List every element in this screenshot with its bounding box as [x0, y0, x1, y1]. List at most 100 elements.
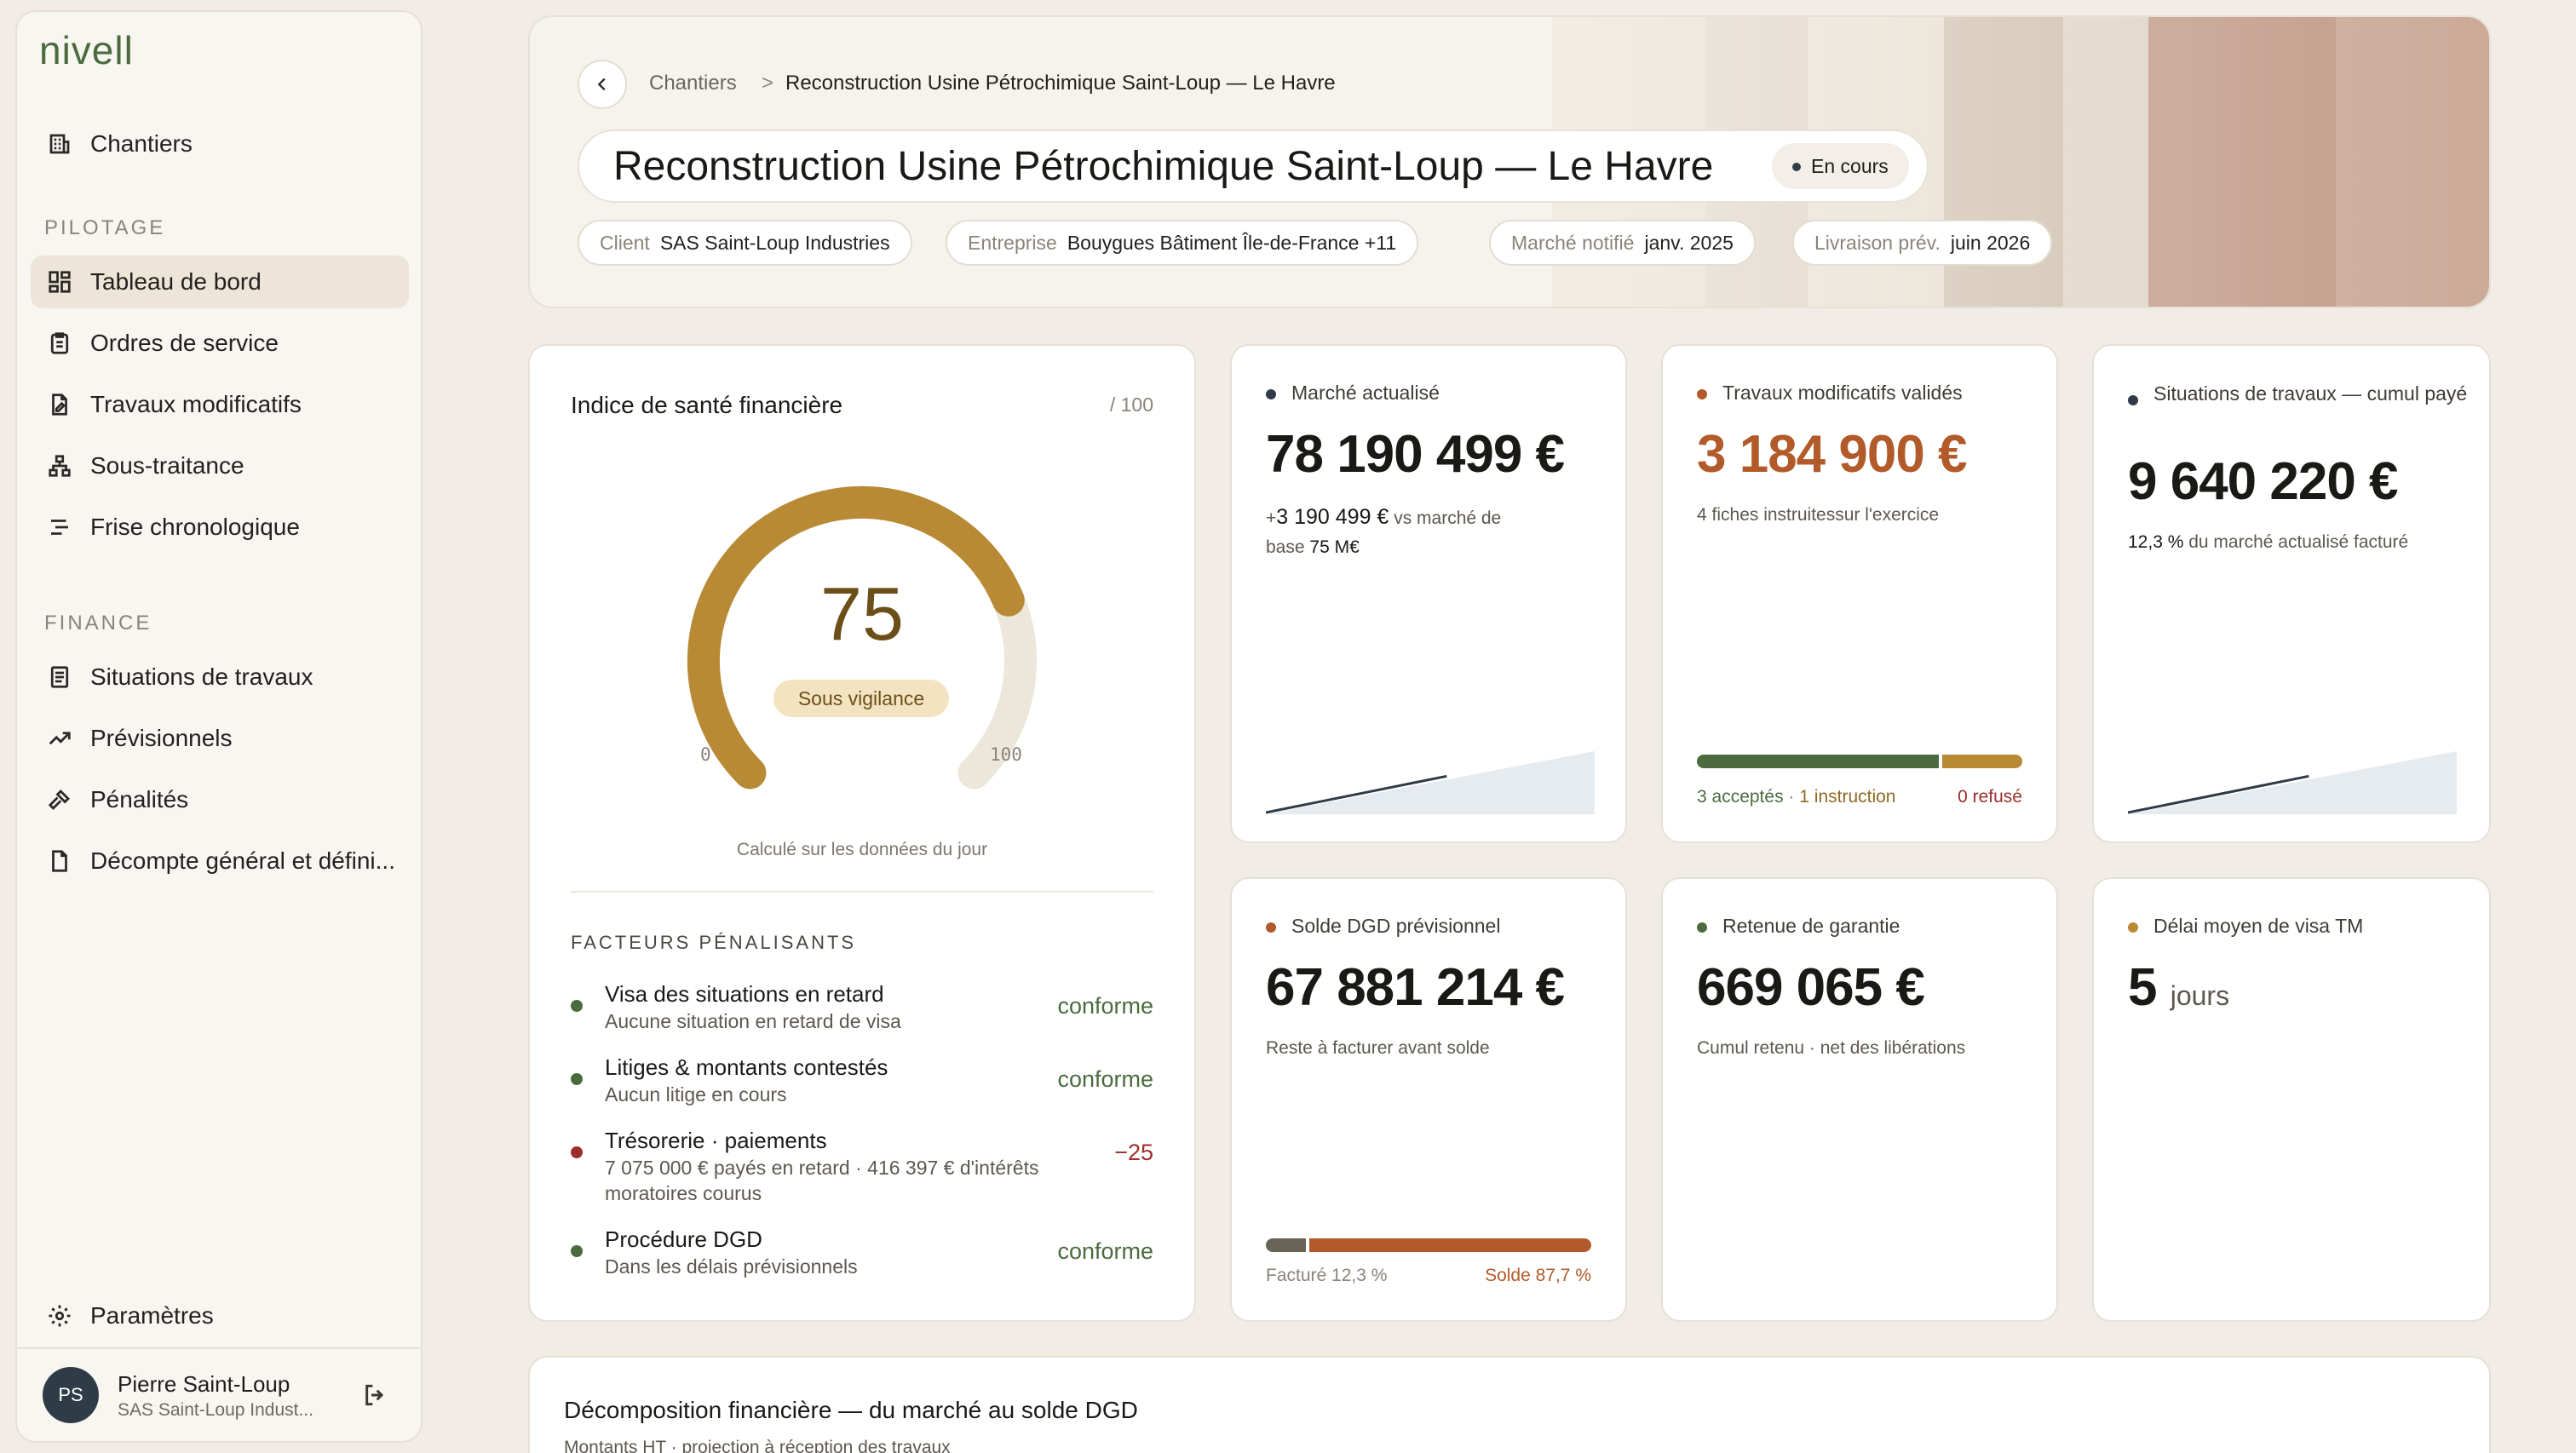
sidebar-item-situations-de-travaux[interactable]: Situations de travaux	[31, 651, 409, 704]
meta-key: Livraison prév.	[1814, 231, 1941, 254]
kpi-pct: 12,3 %	[2128, 532, 2184, 552]
sidebar-item-label: Sous-traitance	[90, 452, 244, 479]
meta-value: SAS Saint-Loup Industries	[659, 231, 890, 254]
gauge-max-label: 100	[990, 744, 1022, 765]
factor-item: Visa des situations en retard Aucune sit…	[571, 981, 1153, 1041]
file-edit-icon	[46, 391, 73, 418]
trend-icon	[46, 725, 73, 752]
meta-key: Marché notifié	[1511, 231, 1635, 254]
chevron-left-icon	[597, 78, 606, 91]
kpi-value: 78 190 499 €	[1266, 425, 1565, 484]
kpi-sub: 12,3 % du marché actualisé facturé	[2128, 528, 2408, 557]
decomposition-subtitle: Montants HT · projection à réception des…	[564, 1438, 951, 1453]
timeline-icon	[46, 514, 73, 541]
tm-legend: 3 acceptés · 1 instruction 0 refusé	[1697, 787, 2022, 807]
kpi-sub: +3 190 499 € vs marché de base 75 M€	[1266, 503, 1607, 562]
factor-value: −25	[1114, 1140, 1153, 1165]
accepted-label: 3 acceptés	[1697, 787, 1784, 807]
breadcrumb-current: Reconstruction Usine Pétrochimique Saint…	[785, 72, 1336, 95]
sidebar-item-label: Prévisionnels	[90, 725, 233, 751]
delta-sign: +	[1266, 508, 1277, 528]
sidebar-item-travaux-modificatifs[interactable]: Travaux modificatifs	[31, 378, 409, 431]
status-dot	[571, 1000, 583, 1012]
sidebar-item-parametres[interactable]: Paramètres	[31, 1289, 409, 1342]
user-profile[interactable]: PS Pierre Saint-Loup SAS Saint-Loup Indu…	[17, 1347, 421, 1441]
back-button[interactable]	[578, 60, 627, 109]
kpi-sub: Reste à facturer avant solde	[1266, 1038, 1490, 1058]
health-scale: / 100	[1109, 393, 1153, 416]
factor-value: conforme	[1057, 993, 1153, 1019]
kpi-label-text: Délai moyen de visa TM	[2153, 915, 2364, 937]
decomposition-title: Décomposition financière — du marché au …	[564, 1397, 1138, 1423]
instruction-label: 1 instruction	[1799, 787, 1896, 807]
kpi-label-text: Solde DGD prévisionnel	[1291, 915, 1501, 937]
factor-item: Procédure DGD Dans les délais prévisionn…	[571, 1226, 1153, 1286]
factors-heading: FACTEURS PÉNALISANTS	[571, 932, 857, 953]
status-dot	[2128, 922, 2138, 933]
sparkline-chart	[1266, 751, 1595, 814]
sidebar-item-previsionnels[interactable]: Prévisionnels	[31, 712, 409, 765]
progress-billed	[1266, 1238, 1306, 1252]
sidebar-item-ordres-de-service[interactable]: Ordres de service	[31, 317, 409, 370]
base-amount: 75 M€	[1309, 537, 1360, 557]
sparkline-area	[1266, 751, 1595, 814]
kpi-label: Marché actualisé	[1266, 382, 1440, 405]
meta-value: Bouygues Bâtiment Île-de-France +11	[1067, 231, 1397, 254]
dashboard-icon	[46, 268, 73, 296]
file-check-icon	[46, 847, 73, 875]
status-dot	[1697, 922, 1707, 933]
separator: ·	[1788, 787, 1795, 807]
legend-remaining: Solde 87,7 %	[1485, 1266, 1591, 1285]
factor-name: Visa des situations en retard	[605, 981, 884, 1007]
kpi-label-text: Retenue de garantie	[1722, 915, 1900, 937]
user-name: Pierre Saint-Loup	[118, 1371, 290, 1397]
sidebar-item-chantiers[interactable]: Chantiers	[31, 118, 409, 170]
legend-refused: 0 refusé	[1958, 787, 2022, 807]
solde-progress-bar	[1266, 1238, 1591, 1252]
factor-name: Procédure DGD	[605, 1226, 762, 1252]
delta-amount: 3 190 499 €	[1276, 505, 1389, 529]
divider	[571, 891, 1153, 893]
kpi-sub: 4 fiches instruitessur l'exercice	[1697, 505, 1940, 525]
sidebar-item-decompte[interactable]: Décompte général et défini...	[31, 835, 409, 887]
sidebar: nivell Chantiers PILOTAGE Tableau de bor…	[15, 10, 423, 1443]
kpi-card-marche[interactable]: Marché actualisé 78 190 499 € +3 190 499…	[1230, 344, 1627, 843]
kpi-card-travaux[interactable]: Travaux modificatifs validés 3 184 900 €…	[1661, 344, 2058, 843]
status-dot	[571, 1245, 583, 1257]
progress-remaining	[1308, 1238, 1591, 1252]
sidebar-item-frise-chronologique[interactable]: Frise chronologique	[31, 501, 409, 554]
app-logo[interactable]: nivell	[39, 27, 134, 73]
sidebar-item-label: Chantiers	[90, 130, 193, 157]
sidebar-item-tableau-de-bord[interactable]: Tableau de bord	[31, 256, 409, 308]
kpi-label-text: Marché actualisé	[1291, 382, 1440, 404]
kpi-card-situations[interactable]: Situations de travaux — cumul payé 9 640…	[2092, 344, 2491, 843]
solde-legend: Facturé 12,3 % Solde 87,7 %	[1266, 1266, 1591, 1286]
factor-name: Trésorerie · paiements	[605, 1128, 827, 1153]
delta-text-2: base	[1266, 537, 1305, 557]
sidebar-item-label: Tableau de bord	[90, 268, 262, 295]
kpi-card-delai[interactable]: Délai moyen de visa TM 5 jours	[2092, 877, 2491, 1322]
building-icon	[46, 130, 73, 158]
gavel-icon	[46, 786, 73, 813]
meta-value: janv. 2025	[1644, 231, 1734, 254]
kpi-label: Travaux modificatifs validés	[1697, 382, 1963, 405]
sidebar-item-sous-traitance[interactable]: Sous-traitance	[31, 439, 409, 492]
kpi-value: 67 881 214 €	[1266, 958, 1565, 1017]
kpi-value: 3 184 900 €	[1697, 425, 1968, 484]
legend-accepted: 3 acceptés · 1 instruction	[1697, 787, 1896, 807]
breadcrumb-parent[interactable]: Chantiers	[649, 72, 737, 95]
sidebar-item-label: Ordres de service	[90, 330, 279, 356]
kpi-sub-text: du marché actualisé facturé	[2188, 532, 2409, 552]
kpi-card-solde[interactable]: Solde DGD prévisionnel 67 881 214 € Rest…	[1230, 877, 1627, 1322]
kpi-card-retenue[interactable]: Retenue de garantie 669 065 € Cumul rete…	[1661, 877, 2058, 1322]
sparkline-area	[2128, 751, 2457, 814]
gauge-value: 75	[820, 571, 904, 656]
legend-billed: Facturé 12,3 %	[1266, 1266, 1388, 1285]
kpi-sub: Cumul retenu · net des libérations	[1697, 1038, 1966, 1058]
meta-chip-client: Client SAS Saint-Loup Industries	[578, 220, 912, 266]
kpi-label: Situations de travaux — cumul payé	[2128, 380, 2469, 407]
status-dot	[1266, 922, 1276, 933]
sidebar-item-penalites[interactable]: Pénalités	[31, 773, 409, 826]
logout-button[interactable]	[361, 1381, 388, 1413]
user-org: SAS Saint-Loup Indust...	[118, 1400, 313, 1420]
